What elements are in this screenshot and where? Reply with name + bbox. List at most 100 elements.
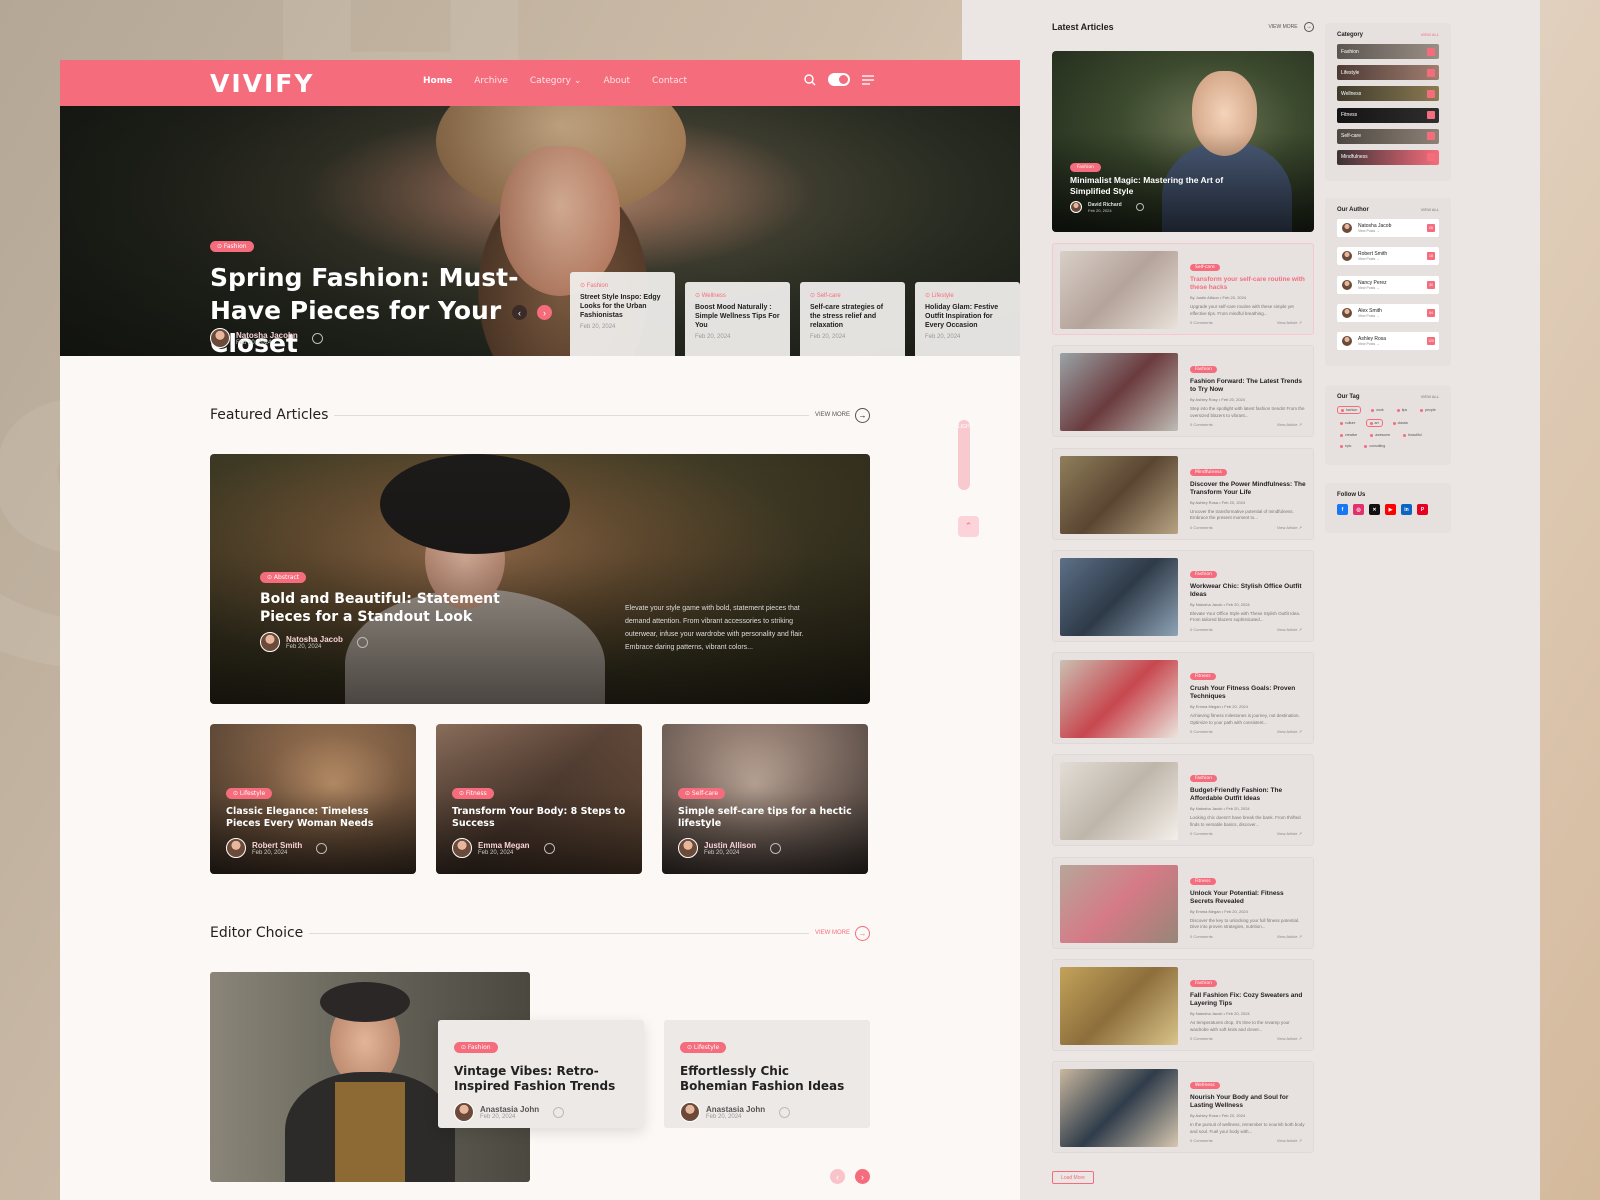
view-article-link[interactable]: View Article ↗ bbox=[1277, 525, 1302, 530]
logo[interactable]: VIVIFY bbox=[210, 69, 314, 98]
nav-contact[interactable]: Contact bbox=[652, 76, 687, 86]
bookmark-icon[interactable] bbox=[770, 842, 782, 854]
bookmark-icon[interactable] bbox=[311, 332, 323, 344]
article-thumbnail[interactable] bbox=[1060, 251, 1178, 329]
author-item[interactable]: Robert Smith View Posts → 18 bbox=[1337, 247, 1439, 266]
view-article-link[interactable]: View Article ↗ bbox=[1277, 1036, 1302, 1041]
category-tag[interactable]: Fashion bbox=[1190, 980, 1217, 988]
nav-home[interactable]: Home bbox=[423, 76, 452, 86]
nav-about[interactable]: About bbox=[603, 76, 630, 86]
pinterest-icon[interactable]: P bbox=[1417, 504, 1428, 515]
hero-slide-card[interactable]: ⊙ Wellness Boost Mood Naturally : Simple … bbox=[685, 282, 790, 356]
tag-chip[interactable]: consulting bbox=[1361, 443, 1388, 449]
category-tag[interactable]: Fitness bbox=[1190, 673, 1216, 681]
tag-chip[interactable]: people bbox=[1417, 406, 1439, 414]
card-title[interactable]: Transform Your Body: 8 Steps to Success bbox=[452, 806, 632, 830]
article-thumbnail[interactable] bbox=[1060, 762, 1178, 841]
category-tag[interactable]: Self-care bbox=[1190, 264, 1220, 271]
prev-arrow-icon[interactable]: ‹ bbox=[512, 305, 527, 320]
search-icon[interactable] bbox=[804, 73, 816, 86]
hero-tag[interactable]: ⊙ Fashion bbox=[210, 241, 254, 252]
view-more-link[interactable]: VIEW MORE bbox=[815, 412, 850, 418]
category-tag[interactable]: Fashion bbox=[1190, 570, 1217, 578]
comment-count[interactable]: 0 Comments bbox=[1190, 1138, 1213, 1143]
author-name[interactable]: Natosha Jacob bbox=[286, 635, 343, 644]
category-item[interactable]: Lifestyle bbox=[1337, 65, 1439, 81]
view-article-link[interactable]: View Article ↗ bbox=[1277, 729, 1302, 734]
bookmark-icon[interactable] bbox=[553, 1106, 565, 1118]
tag-chip[interactable]: fashion bbox=[1337, 406, 1362, 414]
scroll-top-button[interactable]: ⌃ bbox=[958, 516, 979, 537]
article-title[interactable]: Nourish Your Body and Soul for Lasting W… bbox=[1190, 1094, 1306, 1110]
category-tag[interactable]: Fashion bbox=[1190, 366, 1217, 374]
view-posts-link[interactable]: View Posts → bbox=[1358, 286, 1387, 290]
youtube-icon[interactable]: ▶ bbox=[1385, 504, 1396, 515]
category-tag[interactable]: ⊙ Fashion bbox=[454, 1042, 498, 1053]
hero-slide-card[interactable]: ⊙ Self-care Self-care strategies of the s… bbox=[800, 282, 905, 356]
author-name[interactable]: Anastasia John bbox=[480, 1105, 539, 1114]
view-all-link[interactable]: VIEW ALL bbox=[1421, 394, 1439, 400]
theme-switch-vertical[interactable]: LIGHT bbox=[958, 420, 973, 490]
category-tag[interactable]: ⊙ Fitness bbox=[452, 788, 494, 799]
tag-chip[interactable]: beautiful bbox=[1400, 432, 1424, 438]
view-article-link[interactable]: View Article ↗ bbox=[1277, 422, 1302, 427]
next-arrow-icon[interactable]: › bbox=[855, 1169, 870, 1184]
list-item[interactable]: Fashion Fall Fashion Fix: Cozy Sweaters a… bbox=[1052, 959, 1314, 1052]
list-item[interactable]: Wellness Nourish Your Body and Soul for L… bbox=[1052, 1061, 1314, 1154]
author-name[interactable]: Justin Allison bbox=[704, 841, 756, 850]
comment-count[interactable]: 0 Comments bbox=[1190, 320, 1213, 325]
category-tag[interactable]: Mindfulness bbox=[1190, 468, 1227, 476]
article-title[interactable]: Unlock Your Potential: Fitness Secrets R… bbox=[1190, 890, 1306, 906]
tag-chip[interactable]: culture bbox=[1337, 419, 1359, 427]
comment-count[interactable]: 0 Comments bbox=[1190, 831, 1213, 836]
author-name[interactable]: David Richard bbox=[1088, 202, 1122, 208]
view-article-link[interactable]: View Article ↗ bbox=[1277, 627, 1302, 632]
arrow-right-icon[interactable]: → bbox=[855, 407, 870, 423]
featured-card[interactable]: ⊙ Fitness Transform Your Body: 8 Steps t… bbox=[436, 724, 642, 874]
article-title[interactable]: Workwear Chic: Stylish Office Outfit Ide… bbox=[1190, 583, 1306, 599]
article-thumbnail[interactable] bbox=[1060, 967, 1178, 1046]
list-item[interactable]: Fitness Crush Your Fitness Goals: Proven … bbox=[1052, 652, 1314, 745]
featured-title[interactable]: Bold and Beautiful: Statement Pieces for… bbox=[260, 590, 540, 626]
author-name[interactable]: Anastasia John bbox=[706, 1105, 765, 1114]
view-article-link[interactable]: View Article ↗ bbox=[1277, 320, 1302, 325]
bookmark-icon[interactable] bbox=[316, 842, 328, 854]
bookmark-icon[interactable] bbox=[1135, 203, 1144, 211]
editor-choice-card[interactable]: ⊙ Lifestyle Effortlessly Chic Bohemian F… bbox=[664, 1020, 870, 1128]
category-item[interactable]: Self-care bbox=[1337, 128, 1439, 144]
x-icon[interactable]: ✕ bbox=[1369, 504, 1380, 515]
prev-arrow-icon[interactable]: ‹ bbox=[830, 1169, 845, 1184]
arrow-right-icon[interactable]: → bbox=[855, 925, 870, 941]
nav-category[interactable]: Category ⌄ bbox=[530, 76, 582, 86]
bookmark-icon[interactable] bbox=[356, 636, 368, 648]
view-all-link[interactable]: VIEW ALL bbox=[1421, 207, 1439, 213]
category-tag[interactable]: ⊙ Lifestyle bbox=[680, 1042, 727, 1053]
article-thumbnail[interactable] bbox=[1060, 557, 1178, 636]
view-article-link[interactable]: View Article ↗ bbox=[1277, 1138, 1302, 1143]
view-more-link[interactable]: VIEW MORE bbox=[815, 930, 850, 936]
article-thumbnail[interactable] bbox=[1060, 455, 1178, 534]
category-tag[interactable]: Fitness bbox=[1190, 877, 1216, 885]
card-title[interactable]: Vintage Vibes: Retro-Inspired Fashion Tr… bbox=[454, 1064, 628, 1094]
list-item[interactable]: Fashion Workwear Chic: Stylish Office Out… bbox=[1052, 549, 1314, 642]
card-title[interactable]: Effortlessly Chic Bohemian Fashion Ideas bbox=[680, 1064, 854, 1094]
instagram-icon[interactable]: ◎ bbox=[1353, 504, 1364, 515]
article-thumbnail[interactable] bbox=[1060, 864, 1178, 943]
linkedin-icon[interactable]: in bbox=[1401, 504, 1412, 515]
card-title[interactable]: Minimalist Magic: Mastering the Art of S… bbox=[1070, 175, 1250, 197]
next-arrow-icon[interactable]: › bbox=[537, 305, 552, 320]
tag-chip[interactable]: tips bbox=[1394, 406, 1410, 414]
tag-chip[interactable]: epic bbox=[1337, 443, 1354, 449]
article-thumbnail[interactable] bbox=[1060, 660, 1178, 739]
view-posts-link[interactable]: View Posts → bbox=[1358, 229, 1391, 233]
latest-feature-card[interactable]: Fashion Minimalist Magic: Mastering the … bbox=[1052, 51, 1314, 232]
comment-count[interactable]: 0 Comments bbox=[1190, 729, 1213, 734]
author-name[interactable]: Natosha Jacobn bbox=[236, 331, 298, 340]
author-item[interactable]: Ashley Rosa View Posts → 120 bbox=[1337, 332, 1439, 351]
author-item[interactable]: Nancy Perez View Posts → 30 bbox=[1337, 275, 1439, 294]
nav-archive[interactable]: Archive bbox=[474, 76, 508, 86]
article-thumbnail[interactable] bbox=[1060, 1069, 1178, 1148]
article-title[interactable]: Crush Your Fitness Goals: Proven Techniq… bbox=[1190, 685, 1306, 701]
article-thumbnail[interactable] bbox=[1060, 353, 1178, 432]
view-posts-link[interactable]: View Posts → bbox=[1358, 314, 1382, 318]
